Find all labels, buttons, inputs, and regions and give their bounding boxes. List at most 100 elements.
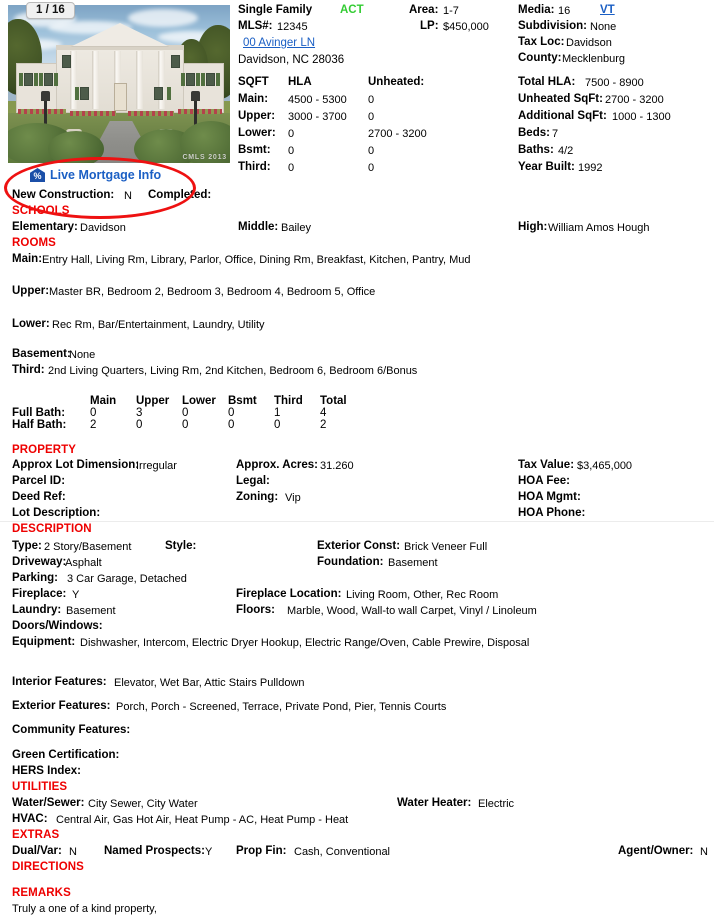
sqft-row-label: Third:: [238, 161, 271, 173]
remarks-text: Truly a one of a kind property,: [12, 903, 157, 915]
middle-label: Middle:: [238, 221, 279, 233]
laundry-value: Basement: [66, 605, 116, 617]
bath-col-upper: Upper: [136, 395, 170, 407]
total-hla-value: 7500 - 8900: [585, 77, 644, 89]
house-window: [171, 55, 180, 68]
address-link[interactable]: 00 Avinger LN: [243, 37, 315, 49]
hvac-value: Central Air, Gas Hot Air, Heat Pump - AC…: [56, 814, 349, 826]
cloud-shape: [128, 9, 198, 27]
section-header-rooms: ROOMS: [12, 237, 56, 249]
house-column: [70, 51, 77, 109]
elementary-value: Davidson: [80, 222, 126, 234]
house-window: [62, 55, 71, 68]
mls-listing-page: CMLS 2013 1 / 16 Single Family ACT MLS#:…: [0, 0, 714, 922]
rooms-upper-value: Master BR, Bedroom 2, Bedroom 3, Bedroom…: [49, 286, 376, 298]
tax-value-value: $3,465,000: [577, 460, 633, 472]
window-shutter: [196, 73, 200, 86]
full-bath-bsmt: 0: [228, 407, 235, 419]
fireplace-label: Fireplace:: [12, 588, 67, 600]
type-label: Type:: [12, 540, 42, 552]
baths-value: 4/2: [558, 145, 574, 157]
acres-label: Approx. Acres:: [236, 459, 319, 471]
tax-loc-label: Tax Loc:: [518, 36, 565, 48]
half-bath-lower: 0: [182, 419, 189, 431]
foundation-label: Foundation:: [317, 556, 384, 568]
county-label: County:: [518, 52, 562, 64]
fireplace-location-label: Fireplace Location:: [236, 588, 342, 600]
unheated-sqft-label: Unheated SqFt:: [518, 93, 603, 105]
table-header-row: Main Upper Lower Bsmt Third Total: [12, 395, 366, 407]
list-price-value: $450,000: [443, 21, 489, 33]
live-mortgage-info-row[interactable]: Live Mortgage Info: [30, 168, 161, 182]
acres-value: 31.260: [320, 460, 354, 472]
house-window: [24, 73, 33, 86]
zoning-value: Vip: [285, 492, 301, 504]
laundry-label: Laundry:: [12, 604, 62, 616]
hla-col-header: HLA: [288, 76, 312, 88]
full-bath-upper: 3: [136, 407, 143, 419]
house-column: [158, 51, 165, 109]
completed-label: Completed:: [148, 189, 212, 201]
equipment-label: Equipment:: [12, 636, 76, 648]
hvac-label: HVAC:: [12, 813, 48, 825]
house-column: [92, 51, 99, 109]
sqft-row-unheated: 0: [368, 94, 375, 106]
water-heater-label: Water Heater:: [397, 797, 472, 809]
sqft-row-label: Bsmt:: [238, 144, 271, 156]
window-shutter: [39, 73, 43, 86]
sqft-row-hla: 0: [288, 162, 295, 174]
sqft-row-label: Main:: [238, 93, 269, 105]
lot-dimension-value: Irregular: [136, 460, 177, 472]
house-window: [44, 73, 53, 86]
rooms-upper-label: Upper:: [12, 285, 50, 297]
lamp-head: [191, 91, 200, 101]
beds-label: Beds:: [518, 127, 550, 139]
half-bath-main: 2: [90, 419, 97, 431]
rooms-main-value: Entry Hall, Living Rm, Library, Parlor, …: [42, 254, 471, 266]
full-bath-main: 0: [90, 407, 97, 419]
property-photo[interactable]: CMLS 2013: [8, 5, 230, 163]
exterior-features-label: Exterior Features:: [12, 700, 111, 712]
property-type: Single Family: [238, 4, 313, 16]
style-label: Style:: [165, 540, 197, 552]
house-right-wing: [180, 63, 224, 113]
window-shutter: [167, 87, 171, 100]
photo-watermark: CMLS 2013: [182, 154, 227, 161]
floors-label: Floors:: [236, 604, 275, 616]
hoa-phone-label: HOA Phone:: [518, 507, 586, 519]
house-front-door: [114, 83, 127, 111]
house-window: [80, 87, 89, 100]
area-label: Area:: [409, 4, 439, 16]
section-header-description: DESCRIPTION: [12, 523, 92, 535]
media-value: 16: [558, 5, 571, 17]
driveway-label: Driveway:: [12, 556, 67, 568]
section-header-remarks: REMARKS: [12, 887, 71, 899]
photo-counter-badge[interactable]: 1 / 16: [26, 2, 75, 19]
tax-value-label: Tax Value:: [518, 459, 575, 471]
hers-index-label: HERS Index:: [12, 765, 82, 777]
exterior-features-value: Porch, Porch - Screened, Terrace, Privat…: [116, 701, 447, 713]
bath-count-table: Main Upper Lower Bsmt Third Total Full B…: [12, 395, 366, 431]
half-bath-label: Half Bath:: [12, 419, 67, 431]
fireplace-value: Y: [72, 589, 80, 601]
half-bath-upper: 0: [136, 419, 143, 431]
parking-label: Parking:: [12, 572, 59, 584]
agent-owner-value: N: [700, 846, 708, 858]
section-header-property: PROPERTY: [12, 444, 77, 456]
full-bath-lower: 0: [182, 407, 189, 419]
dual-var-value: N: [69, 846, 77, 858]
full-bath-third: 1: [274, 407, 281, 419]
live-mortgage-info-link[interactable]: Live Mortgage Info: [50, 168, 161, 182]
legal-label: Legal:: [236, 475, 270, 487]
half-bath-bsmt: 0: [228, 419, 235, 431]
sqft-row-unheated: 0: [368, 111, 375, 123]
sqft-row-label: Upper:: [238, 110, 276, 122]
window-shutter: [201, 73, 205, 86]
sqft-row-hla: 3000 - 3700: [288, 111, 347, 123]
floors-value: Marble, Wood, Wall-to wall Carpet, Vinyl…: [287, 605, 537, 617]
virtual-tour-link[interactable]: VT: [600, 4, 615, 16]
high-value: William Amos Hough: [548, 222, 650, 234]
half-bath-total: 2: [320, 419, 327, 431]
house-window: [186, 73, 195, 86]
water-heater-value: Electric: [478, 798, 515, 810]
